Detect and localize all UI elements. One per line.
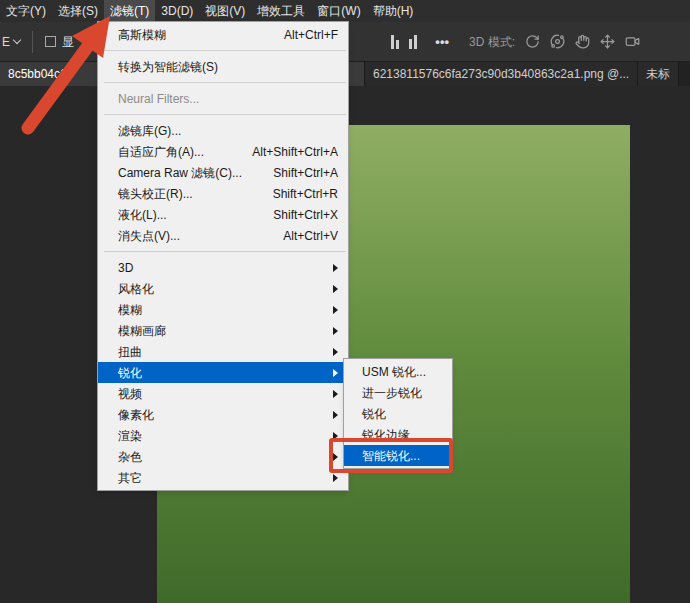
submenu-arrow-icon [333,474,338,482]
menubar-item[interactable]: 窗口(W) [311,0,366,22]
submenu-arrow-icon [333,348,338,356]
menubar-item[interactable]: 文字(Y) [0,0,52,22]
menu-item[interactable]: 其它 [98,467,348,488]
menubar-item[interactable]: 视图(V) [199,0,251,22]
submenu-arrow-icon [333,369,338,377]
menubar-item[interactable]: 增效工具 [251,0,311,22]
menu-item[interactable]: Camera Raw 滤镜(C)...Shift+Ctrl+A [98,162,348,183]
photoshop-window: 文字(Y)选择(S)滤镜(T)3D(D)视图(V)增效工具窗口(W)帮助(H) E… [0,0,690,603]
orbit-icon[interactable] [550,34,565,49]
submenu-arrow-icon [333,306,338,314]
move-icon[interactable] [600,34,615,49]
menu-item[interactable]: 扭曲 [98,341,348,362]
highlight-box [329,438,453,473]
mode-label: 3D 模式: [469,33,515,51]
menu-item[interactable]: 转换为智能滤镜(S) [98,56,348,77]
menu-item[interactable]: 镜头校正(R)...Shift+Ctrl+R [98,183,348,204]
menu-separator [98,77,348,88]
submenu-arrow-icon [333,327,338,335]
menu-item[interactable]: 消失点(V)...Alt+Ctrl+V [98,225,348,246]
menu-item[interactable]: 杂色 [98,446,348,467]
submenu-item[interactable]: 锐化边缘 [344,424,452,445]
menu-item[interactable]: 自适应广角(A)...Alt+Shift+Ctrl+A [98,141,348,162]
menu-separator [98,246,348,257]
menu-item[interactable]: 像素化 [98,404,348,425]
menu-separator [98,109,348,120]
menu-item[interactable]: 风格化 [98,278,348,299]
submenu-arrow-icon [333,453,338,461]
submenu-item[interactable]: USM 锐化... [344,361,452,382]
menu-item[interactable]: 3D [98,257,348,278]
menubar-item[interactable]: 帮助(H) [367,0,420,22]
sharpen-submenu: USM 锐化...进一步锐化锐化锐化边缘智能锐化... [343,358,453,469]
menu-item[interactable]: 视频 [98,383,348,404]
submenu-arrow-icon [333,411,338,419]
menu-item[interactable]: 模糊 [98,299,348,320]
camera-icon[interactable] [625,34,640,49]
menu-bar: 文字(Y)选择(S)滤镜(T)3D(D)视图(V)增效工具窗口(W)帮助(H) [0,0,690,22]
menu-item[interactable]: Neural Filters... [98,88,348,109]
options-checkbox[interactable]: 显 [45,33,74,51]
more-button[interactable]: ••• [435,32,449,52]
hand-icon[interactable] [575,34,590,49]
options-dropdown[interactable]: E [2,33,20,51]
submenu-item[interactable]: 进一步锐化 [344,382,452,403]
menu-item[interactable]: 高斯模糊Alt+Ctrl+F [98,24,348,45]
submenu-arrow-icon [333,432,338,440]
submenu-item[interactable]: 智能锐化... [344,445,452,466]
menu-separator [98,45,348,56]
document-tab[interactable]: 6213811576c6fa273c90d3b40863c2a1.png @..… [365,62,638,86]
menu-item[interactable]: 渲染 [98,425,348,446]
rotate-icon[interactable] [525,34,540,49]
menu-item[interactable]: 模糊画廊 [98,320,348,341]
menu-item[interactable]: 锐化 [98,362,348,383]
menubar-item[interactable]: 选择(S) [52,0,104,22]
menu-item[interactable]: 液化(L)...Shift+Ctrl+X [98,204,348,225]
document-tab[interactable]: 未标 [638,62,679,86]
menu-item[interactable]: 滤镜库(G)... [98,120,348,141]
filter-menu: 高斯模糊Alt+Ctrl+F 转换为智能滤镜(S) Neural Filters..… [97,21,349,491]
submenu-arrow-icon [333,264,338,272]
submenu-arrow-icon [333,285,338,293]
align-icon[interactable] [391,35,399,49]
menubar-item[interactable]: 3D(D) [155,0,199,22]
align-icon[interactable] [409,35,417,49]
chevron-icon [13,36,21,44]
arrow-icon [0,0,690,603]
menubar-item[interactable]: 滤镜(T) [104,0,155,22]
submenu-item[interactable]: 锐化 [344,403,452,424]
submenu-arrow-icon [333,390,338,398]
